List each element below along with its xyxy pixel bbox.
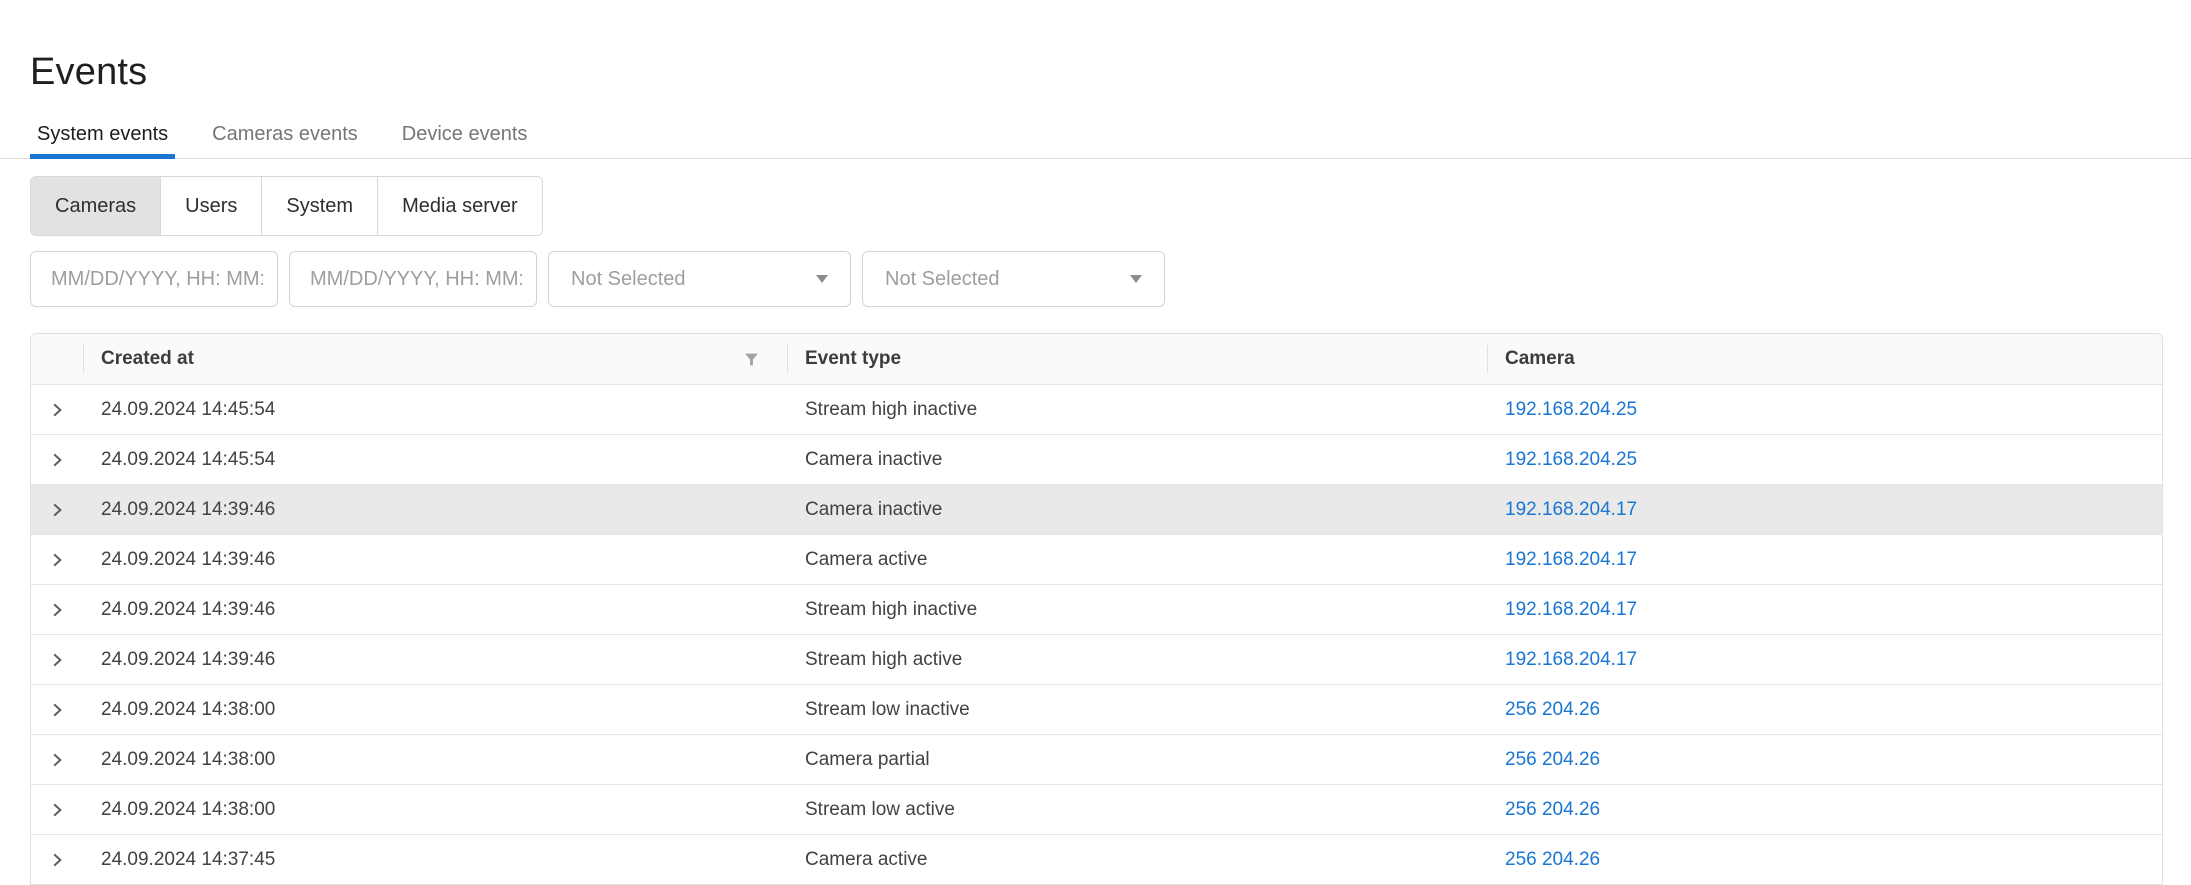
row-expand-button[interactable] — [31, 501, 83, 519]
row-expand-button[interactable] — [31, 751, 83, 769]
created-at-cell: 24.09.2024 14:45:54 — [83, 449, 787, 471]
event-type-cell: Stream low active — [787, 799, 1487, 821]
camera-link[interactable]: 192.168.204.17 — [1505, 549, 1637, 570]
camera-link[interactable]: 192.168.204.17 — [1505, 499, 1637, 520]
tabs-bar: System events Cameras events Device even… — [0, 118, 2191, 159]
chevron-right-icon — [48, 401, 66, 419]
camera-link[interactable]: 192.168.204.25 — [1505, 399, 1637, 420]
created-at-cell: 24.09.2024 14:38:00 — [83, 749, 787, 771]
created-at-cell: 24.09.2024 14:38:00 — [83, 699, 787, 721]
created-at-cell: 24.09.2024 14:38:00 — [83, 799, 787, 821]
table-row[interactable]: 24.09.2024 14:45:54 Camera inactive 192.… — [31, 434, 2162, 484]
camera-link[interactable]: 256 204.26 — [1505, 849, 1600, 870]
row-expand-button[interactable] — [31, 401, 83, 419]
tab-system-events[interactable]: System events — [30, 118, 175, 158]
page-title: Events — [30, 0, 2163, 94]
chevron-right-icon — [48, 451, 66, 469]
table-row[interactable]: 24.09.2024 14:39:46 Camera active 192.16… — [31, 534, 2162, 584]
chevron-right-icon — [48, 651, 66, 669]
events-page: Events System events Cameras events Devi… — [0, 0, 2191, 885]
events-table: Created at Event type Camera — [30, 333, 2163, 885]
chevron-right-icon — [48, 501, 66, 519]
chevron-right-icon — [48, 701, 66, 719]
table-row[interactable]: 24.09.2024 14:39:46 Stream high inactive… — [31, 584, 2162, 634]
category-button-media-server[interactable]: Media server — [377, 177, 542, 235]
filter-dropdown-2[interactable]: Not Selected — [862, 251, 1165, 307]
created-at-cell: 24.09.2024 14:37:45 — [83, 849, 787, 871]
table-header-row: Created at Event type Camera — [31, 334, 2162, 384]
camera-link[interactable]: 256 204.26 — [1505, 799, 1600, 820]
table-row[interactable]: 24.09.2024 14:39:46 Camera inactive 192.… — [31, 484, 2162, 534]
filter-icon[interactable] — [744, 352, 759, 367]
event-type-cell: Stream high inactive — [787, 399, 1487, 421]
event-type-cell: Camera partial — [787, 749, 1487, 771]
column-header-camera: Camera — [1487, 334, 2162, 384]
filter-dropdown-2-value: Not Selected — [885, 268, 1000, 291]
tab-device-events[interactable]: Device events — [395, 118, 535, 158]
event-type-cell: Camera active — [787, 549, 1487, 571]
date-to-input[interactable] — [289, 251, 537, 307]
table-row[interactable]: 24.09.2024 14:38:00 Stream low inactive … — [31, 684, 2162, 734]
camera-link[interactable]: 192.168.204.17 — [1505, 649, 1637, 670]
created-at-cell: 24.09.2024 14:45:54 — [83, 399, 787, 421]
filter-row: Not Selected Not Selected — [30, 251, 2163, 307]
chevron-right-icon — [48, 551, 66, 569]
table-row[interactable]: 24.09.2024 14:45:54 Stream high inactive… — [31, 384, 2162, 434]
tab-cameras-events[interactable]: Cameras events — [205, 118, 365, 158]
chevron-right-icon — [48, 751, 66, 769]
camera-link[interactable]: 256 204.26 — [1505, 749, 1600, 770]
created-at-cell: 24.09.2024 14:39:46 — [83, 599, 787, 621]
table-row[interactable]: 24.09.2024 14:37:45 Camera active 256 20… — [31, 834, 2162, 884]
created-at-cell: 24.09.2024 14:39:46 — [83, 549, 787, 571]
row-expand-button[interactable] — [31, 651, 83, 669]
column-header-expander — [31, 334, 83, 384]
table-row[interactable]: 24.09.2024 14:39:46 Stream high active 1… — [31, 634, 2162, 684]
filter-dropdown-1-value: Not Selected — [571, 268, 686, 291]
chevron-right-icon — [48, 801, 66, 819]
camera-link[interactable]: 192.168.204.17 — [1505, 599, 1637, 620]
row-expand-button[interactable] — [31, 601, 83, 619]
category-button-cameras[interactable]: Cameras — [31, 177, 160, 235]
event-type-cell: Camera inactive — [787, 499, 1487, 521]
category-button-group: Cameras Users System Media server — [30, 176, 543, 236]
filter-dropdown-1[interactable]: Not Selected — [548, 251, 851, 307]
column-header-created-at: Created at — [83, 334, 787, 384]
row-expand-button[interactable] — [31, 701, 83, 719]
row-expand-button[interactable] — [31, 551, 83, 569]
camera-link[interactable]: 192.168.204.25 — [1505, 449, 1637, 470]
created-at-cell: 24.09.2024 14:39:46 — [83, 499, 787, 521]
column-header-event-type: Event type — [787, 334, 1487, 384]
table-row[interactable]: 24.09.2024 14:38:00 Stream low active 25… — [31, 784, 2162, 834]
row-expand-button[interactable] — [31, 851, 83, 869]
row-expand-button[interactable] — [31, 451, 83, 469]
table-row[interactable]: 24.09.2024 14:38:00 Camera partial 256 2… — [31, 734, 2162, 784]
dropdown-arrow-icon — [1130, 275, 1142, 283]
date-from-input[interactable] — [30, 251, 278, 307]
event-type-cell: Stream high inactive — [787, 599, 1487, 621]
row-expand-button[interactable] — [31, 801, 83, 819]
chevron-right-icon — [48, 851, 66, 869]
created-at-cell: 24.09.2024 14:39:46 — [83, 649, 787, 671]
category-button-system[interactable]: System — [261, 177, 377, 235]
chevron-right-icon — [48, 601, 66, 619]
camera-link[interactable]: 256 204.26 — [1505, 699, 1600, 720]
category-button-users[interactable]: Users — [160, 177, 261, 235]
event-type-cell: Camera active — [787, 849, 1487, 871]
table-body: 24.09.2024 14:45:54 Stream high inactive… — [31, 384, 2162, 884]
event-type-cell: Stream low inactive — [787, 699, 1487, 721]
event-type-cell: Camera inactive — [787, 449, 1487, 471]
dropdown-arrow-icon — [816, 275, 828, 283]
event-type-cell: Stream high active — [787, 649, 1487, 671]
